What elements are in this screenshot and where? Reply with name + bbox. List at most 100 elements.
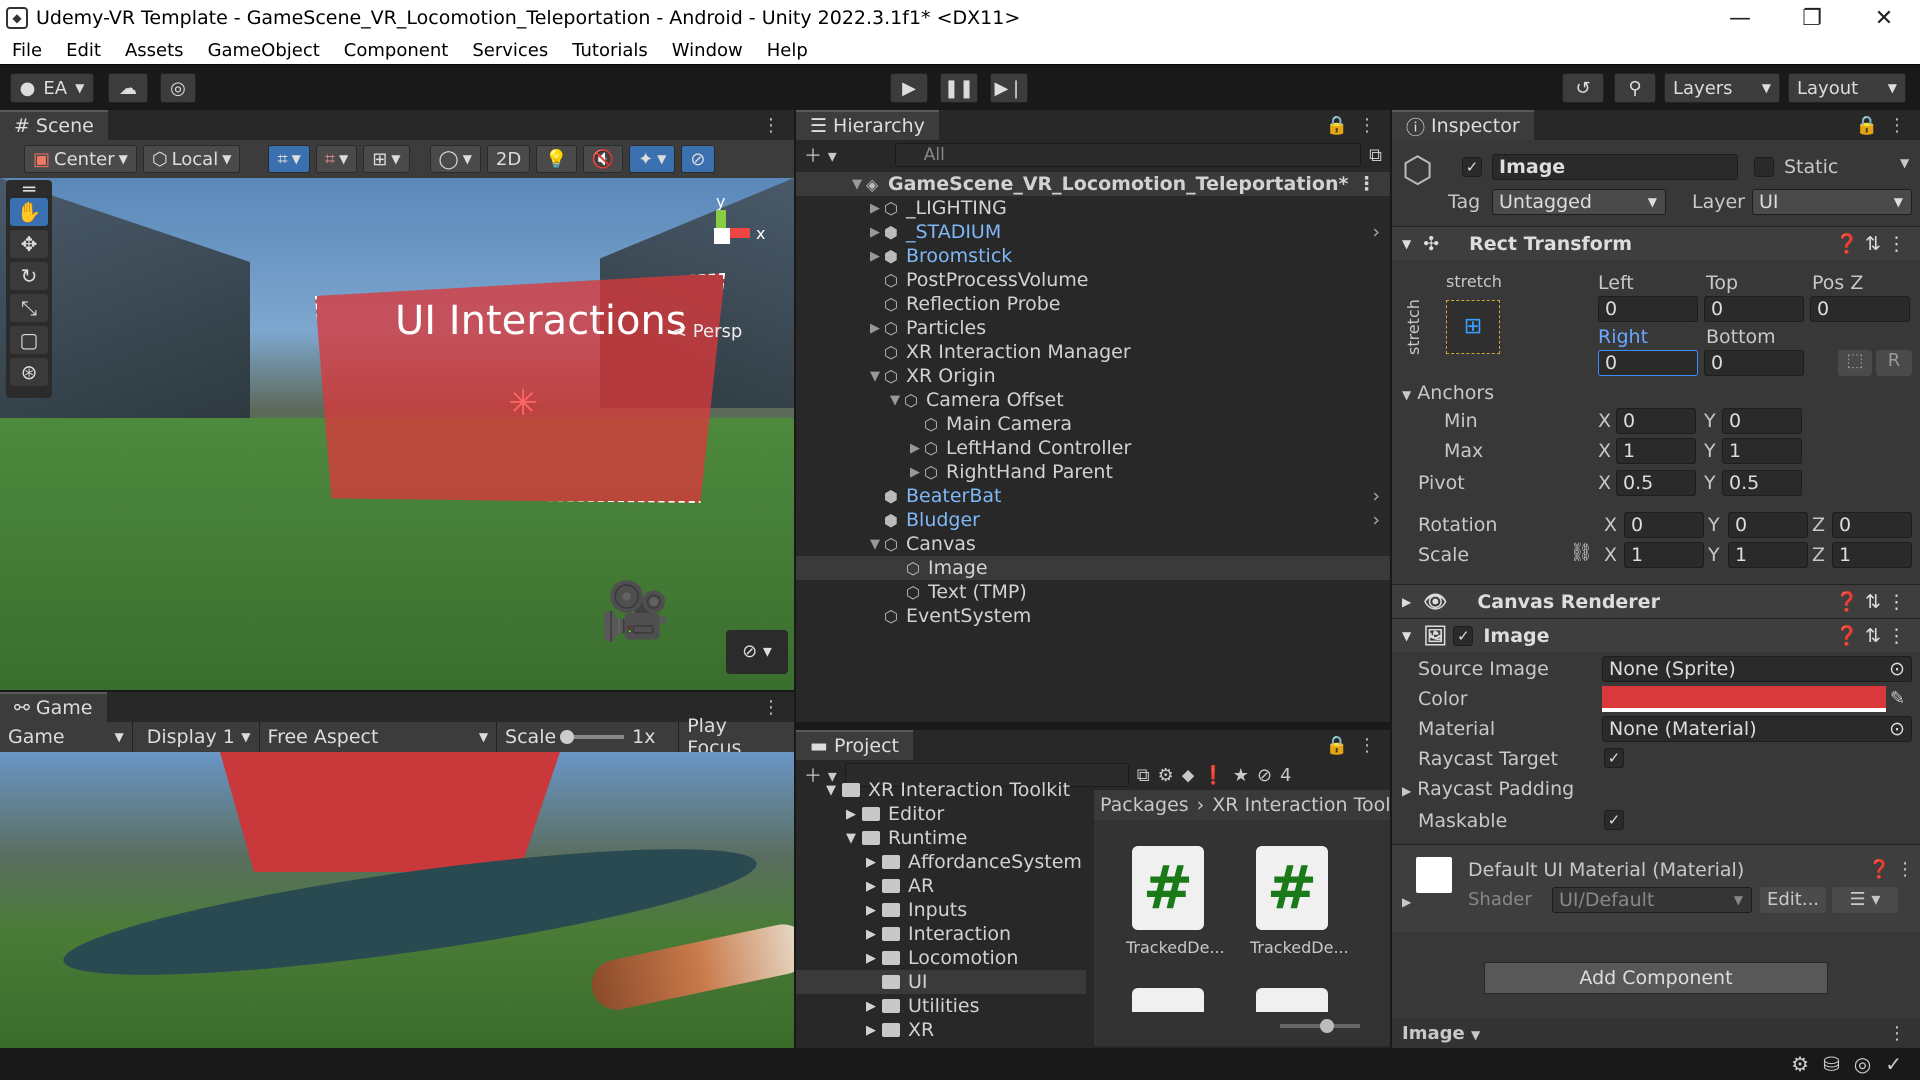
blueprint-mode-button[interactable]: ⬚ — [1838, 350, 1872, 376]
tab-game[interactable]: ⚯ Game — [0, 692, 107, 722]
search-button[interactable]: ⚲ — [1614, 73, 1656, 103]
list-item[interactable]: ⬡ Reflection Probe — [796, 292, 1390, 316]
color-field[interactable] — [1602, 686, 1886, 712]
lock-icon[interactable]: 🔒 — [1326, 735, 1348, 756]
chevron-right-icon[interactable]: ▶ — [866, 999, 882, 1014]
space-dropdown[interactable]: ⬡ Local ▼ — [142, 145, 241, 173]
chevron-right-icon[interactable]: ▶ — [910, 465, 924, 480]
pivot-dropdown[interactable]: ▣ Center ▼ — [24, 145, 137, 173]
star-icon[interactable]: ★ — [1233, 765, 1249, 786]
chevron-right-icon[interactable]: ▶ — [866, 903, 882, 918]
pivot-y-field[interactable]: 0.5 — [1722, 470, 1802, 496]
chevron-right-icon[interactable]: ▶ — [866, 927, 882, 942]
source-image-field[interactable]: None (Sprite) ⊙ — [1602, 656, 1912, 682]
scene-viewport[interactable]: UI Interactions < Persp ✳ y x 🎥 ⊘ ▾ — [0, 178, 794, 690]
add-button[interactable]: ＋ ▾ — [804, 142, 837, 168]
search-options-icon[interactable]: ⧉ — [1369, 145, 1382, 166]
pause-button[interactable]: ❚❚ — [940, 73, 978, 103]
help-icon[interactable]: ❓ ⋮ — [1868, 859, 1914, 880]
rotation-x-field[interactable]: 0 — [1624, 512, 1704, 538]
bottom-field[interactable]: 0 — [1704, 350, 1804, 376]
list-item[interactable]: ▶ Interaction — [796, 922, 1086, 946]
maskable-checkbox[interactable]: ✓ — [1604, 810, 1624, 830]
layers-dropdown[interactable]: Layers ▼ — [1664, 73, 1780, 103]
menu-tutorials[interactable]: Tutorials — [560, 40, 660, 61]
list-item[interactable]: ⬡ EventSystem — [796, 604, 1390, 628]
anchor-presets-button[interactable]: ⊞ — [1446, 300, 1500, 354]
help-icon[interactable]: ❓ ⇅ ⋮ — [1835, 232, 1906, 255]
effects-dropdown[interactable]: ✦ ▼ — [629, 145, 676, 173]
menu-services[interactable]: Services — [460, 40, 560, 61]
close-button[interactable]: ✕ — [1848, 6, 1920, 31]
list-item[interactable]: ▶ Inputs — [796, 898, 1086, 922]
list-item[interactable]: ▶ ⬢ Broomstick — [796, 244, 1390, 268]
material-field[interactable]: None (Material) ⊙ — [1602, 716, 1912, 742]
anchor-min-y-field[interactable]: 0 — [1722, 408, 1802, 434]
image-enabled-checkbox[interactable]: ✓ — [1453, 625, 1474, 646]
menu-gameobject[interactable]: GameObject — [196, 40, 332, 61]
move-tool[interactable]: ✥ — [10, 230, 48, 258]
asset-item[interactable]: # TrackedDe... — [1126, 846, 1225, 957]
right-field[interactable]: 0 — [1598, 350, 1698, 376]
chevron-down-icon[interactable]: ▼ — [870, 537, 884, 552]
list-item[interactable]: ⬡ PostProcessVolume — [796, 268, 1390, 292]
filter-icon[interactable]: ⚙ — [1158, 765, 1174, 786]
help-icon[interactable]: ❓ ⇅ ⋮ — [1835, 624, 1906, 647]
list-item[interactable]: ▶ AffordanceSystem — [796, 850, 1086, 874]
play-button[interactable]: ▶ — [890, 73, 928, 103]
chevron-right-icon[interactable]: ▶ — [1402, 895, 1411, 909]
scale-slider[interactable]: Scale 1x — [497, 722, 680, 752]
list-item[interactable]: ▶ ⬡ LeftHand Controller — [796, 436, 1390, 460]
chevron-right-icon[interactable]: ▶ — [870, 225, 884, 240]
list-item[interactable]: ⬡ Image — [796, 556, 1390, 580]
list-item[interactable]: ⬡ Text (TMP) — [796, 580, 1390, 604]
chevron-right-icon[interactable]: ▶ — [866, 1023, 882, 1038]
aspect-dropdown[interactable]: Free Aspect ▼ — [260, 722, 498, 752]
list-item[interactable]: ▶ ⬡ _LIGHTING — [796, 196, 1390, 220]
anchors-foldout[interactable]: ▼ Anchors — [1402, 382, 1494, 404]
help-icon[interactable]: ❓ ⇅ ⋮ — [1835, 590, 1906, 613]
preview-dropdown[interactable]: Image ▼ — [1402, 1023, 1480, 1044]
toggle-2d-button[interactable]: 2D — [486, 145, 531, 173]
play-focus-dropdown[interactable]: Play Focus — [679, 715, 794, 759]
chevron-down-icon[interactable]: ▼ — [1900, 156, 1909, 170]
persp-label[interactable]: < Persp — [672, 321, 742, 342]
kebab-menu-icon[interactable]: ⋮ — [1888, 1023, 1906, 1044]
menu-component[interactable]: Component — [332, 40, 461, 61]
tab-scene[interactable]: # Scene — [0, 110, 108, 140]
image-component-header[interactable]: ▼ 🖼 ✓ Image ❓ ⇅ ⋮ — [1392, 618, 1920, 652]
chevron-down-icon[interactable]: ▼ — [852, 177, 866, 192]
list-item[interactable]: ▶ ⬢ _STADIUM › — [796, 220, 1390, 244]
chevron-right-icon[interactable]: ▶ — [870, 249, 884, 264]
list-item[interactable]: ⬢ BeaterBat › — [796, 484, 1390, 508]
hierarchy-search-input[interactable]: All — [894, 143, 1362, 167]
history-button[interactable]: ↺ — [1562, 73, 1604, 103]
list-item[interactable]: UI — [796, 970, 1086, 994]
debug-icon[interactable]: ⚙ — [1791, 1052, 1809, 1076]
tab-inspector[interactable]: ⓘ Inspector — [1392, 110, 1534, 140]
chevron-right-icon[interactable]: ▶ — [870, 201, 884, 216]
top-field[interactable]: 0 — [1704, 296, 1804, 322]
list-item[interactable]: ▶ AR — [796, 874, 1086, 898]
object-picker-icon[interactable]: ⊙ — [1889, 657, 1905, 681]
shader-options-button[interactable]: ☰ ▾ — [1832, 887, 1898, 913]
chevron-right-icon[interactable]: ▶ — [870, 321, 884, 336]
lock-icon[interactable]: 🔒 — [1326, 115, 1348, 136]
kebab-menu-icon[interactable]: ⋮ — [1888, 115, 1906, 136]
tag-dropdown[interactable]: Untagged ▼ — [1492, 189, 1666, 215]
pivot-gizmo-icon[interactable]: ✳ — [508, 383, 538, 424]
maximize-button[interactable]: ❐ — [1776, 6, 1848, 31]
cloud-button[interactable]: ☁ — [108, 73, 148, 103]
game-mode-dropdown[interactable]: Game ▼ — [0, 722, 133, 752]
scale-x-field[interactable]: 1 — [1624, 542, 1704, 568]
chevron-right-icon[interactable]: ▶ — [866, 855, 882, 870]
game-viewport[interactable] — [0, 752, 794, 1048]
pivot-x-field[interactable]: 0.5 — [1616, 470, 1696, 496]
chevron-right-icon[interactable]: ▶ — [910, 441, 924, 456]
chevron-down-icon[interactable]: ▼ — [890, 393, 904, 408]
menu-file[interactable]: File — [0, 40, 54, 61]
list-item[interactable]: ▼ XR Interaction Toolkit — [796, 778, 1086, 802]
object-picker-icon[interactable]: ⊙ — [1889, 717, 1905, 741]
transform-tool[interactable]: ⊛ — [10, 358, 48, 386]
rotate-tool[interactable]: ↻ — [10, 262, 48, 290]
